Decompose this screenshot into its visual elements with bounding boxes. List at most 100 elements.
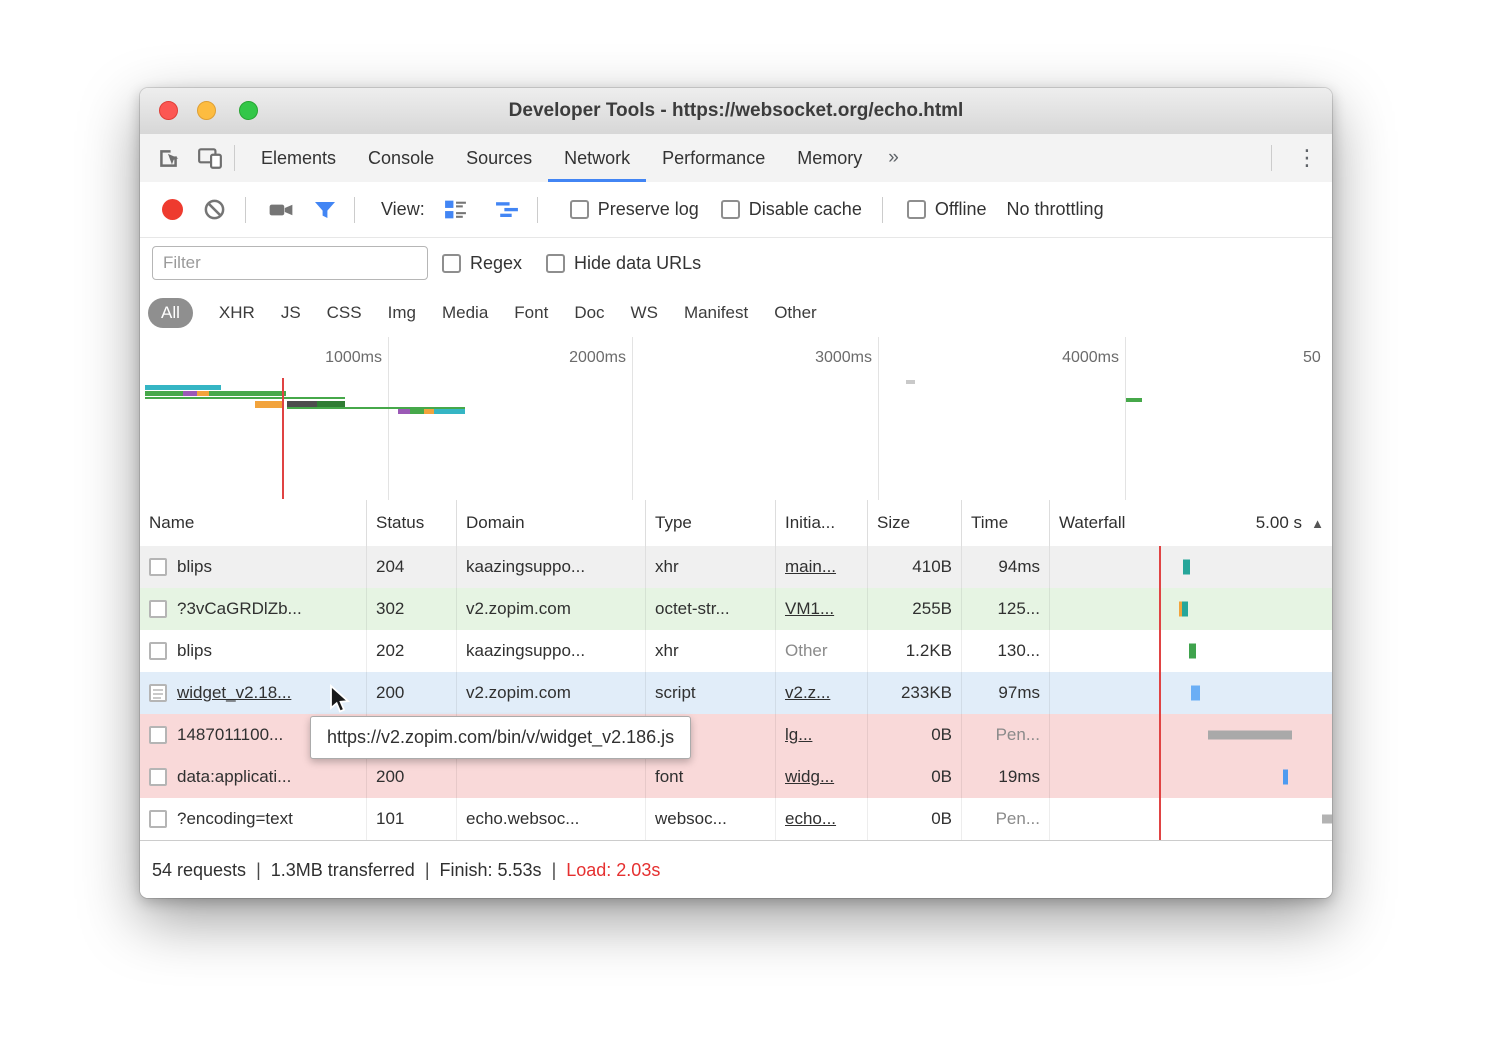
request-status: 202	[367, 630, 457, 672]
column-header-waterfall[interactable]: Waterfall 5.00 s ▲	[1050, 500, 1332, 546]
filter-doc[interactable]: Doc	[574, 303, 604, 323]
tab-sources[interactable]: Sources	[450, 134, 548, 182]
disable-cache-label: Disable cache	[749, 199, 862, 220]
overview-segment	[197, 391, 209, 396]
table-row[interactable]: blips 202 kaazingsuppo... xhr Other 1.2K…	[140, 630, 1332, 672]
preserve-log-label: Preserve log	[598, 199, 699, 220]
file-icon	[149, 600, 167, 618]
script-file-icon	[149, 684, 167, 702]
inspect-element-icon[interactable]	[154, 144, 182, 172]
clear-icon[interactable]	[201, 197, 227, 223]
divider	[245, 197, 246, 223]
filter-all[interactable]: All	[148, 298, 193, 328]
overview-segment	[145, 385, 221, 390]
request-type: octet-str...	[646, 588, 776, 630]
gridline	[388, 337, 389, 500]
separator: |	[425, 860, 430, 881]
tab-network[interactable]: Network	[548, 134, 646, 182]
request-status: 200	[367, 756, 457, 798]
filter-other[interactable]: Other	[774, 303, 817, 323]
filter-xhr[interactable]: XHR	[219, 303, 255, 323]
tab-console[interactable]: Console	[352, 134, 450, 182]
request-time: 94ms	[962, 546, 1050, 588]
offline-label: Offline	[935, 199, 987, 220]
request-domain: kaazingsuppo...	[457, 630, 646, 672]
screenshot-capture-icon[interactable]	[268, 197, 294, 223]
initiator-link[interactable]: echo...	[785, 809, 836, 829]
preserve-log-checkbox[interactable]	[570, 200, 589, 219]
filter-manifest[interactable]: Manifest	[684, 303, 748, 323]
tab-memory[interactable]: Memory	[781, 134, 878, 182]
column-header-status[interactable]: Status	[367, 500, 457, 546]
table-row[interactable]: ?encoding=text 101 echo.websoc... websoc…	[140, 798, 1332, 840]
table-row[interactable]: ?3vCaGRDlZb... 302 v2.zopim.com octet-st…	[140, 588, 1332, 630]
request-size: 410B	[868, 546, 962, 588]
regex-label: Regex	[470, 253, 522, 274]
column-header-size[interactable]: Size	[868, 500, 962, 546]
waterfall-scale: 5.00 s	[1256, 513, 1302, 533]
request-status: 200	[367, 672, 457, 714]
divider	[234, 145, 235, 171]
column-header-initiator[interactable]: Initia...	[776, 500, 868, 546]
regex-checkbox[interactable]	[442, 254, 461, 273]
request-domain: v2.zopim.com	[457, 672, 646, 714]
offline-checkbox[interactable]	[907, 200, 926, 219]
disable-cache-checkbox[interactable]	[721, 200, 740, 219]
request-type: websoc...	[646, 798, 776, 840]
request-status: 204	[367, 546, 457, 588]
filter-ws[interactable]: WS	[631, 303, 658, 323]
requests-table-body: blips 204 kaazingsuppo... xhr main... 41…	[140, 546, 1332, 840]
request-type: xhr	[646, 630, 776, 672]
request-size: 0B	[868, 714, 962, 756]
filter-js[interactable]: JS	[281, 303, 301, 323]
column-header-time[interactable]: Time	[962, 500, 1050, 546]
table-row-selected[interactable]: widget_v2.18... 200 v2.zopim.com script …	[140, 672, 1332, 714]
filter-media[interactable]: Media	[442, 303, 488, 323]
table-row-failed[interactable]: data:applicati... 200 font widg... 0B 19…	[140, 756, 1332, 798]
tab-elements[interactable]: Elements	[245, 134, 352, 182]
request-name: 1487011100...	[177, 725, 283, 745]
initiator-link[interactable]: main...	[785, 557, 836, 577]
request-type: script	[646, 672, 776, 714]
filter-img[interactable]: Img	[388, 303, 416, 323]
title-bar: Developer Tools - https://websocket.org/…	[140, 88, 1332, 135]
initiator-link[interactable]: widg...	[785, 767, 834, 787]
devtools-menu-icon[interactable]: ⋮	[1282, 145, 1332, 171]
filter-funnel-icon[interactable]	[312, 197, 338, 223]
file-icon	[149, 810, 167, 828]
device-toolbar-icon[interactable]	[196, 144, 224, 172]
file-icon	[149, 558, 167, 576]
column-header-type[interactable]: Type	[646, 500, 776, 546]
request-size: 0B	[868, 798, 962, 840]
gridline	[1125, 337, 1126, 500]
initiator-link[interactable]: lg...	[785, 725, 812, 745]
initiator-link[interactable]: VM1...	[785, 599, 834, 619]
waterfall-bar	[1208, 731, 1292, 740]
show-overview-icon[interactable]	[495, 197, 521, 223]
column-header-domain[interactable]: Domain	[457, 500, 646, 546]
column-header-name[interactable]: Name	[140, 500, 367, 546]
request-name: blips	[177, 641, 212, 661]
large-request-rows-icon[interactable]	[443, 197, 469, 223]
tab-performance[interactable]: Performance	[646, 134, 781, 182]
url-tooltip: https://v2.zopim.com/bin/v/widget_v2.186…	[310, 716, 691, 759]
devtools-window: Developer Tools - https://websocket.org/…	[140, 88, 1332, 898]
request-name-link[interactable]: widget_v2.18...	[177, 683, 291, 703]
hide-data-urls-checkbox[interactable]	[546, 254, 565, 273]
filter-css[interactable]: CSS	[327, 303, 362, 323]
request-domain	[457, 756, 646, 798]
more-tabs-chevron[interactable]: »	[878, 147, 907, 169]
network-overview-timeline[interactable]: 1000ms 2000ms 3000ms 4000ms 50	[140, 337, 1332, 501]
filter-font[interactable]: Font	[514, 303, 548, 323]
initiator-link[interactable]: v2.z...	[785, 683, 830, 703]
overview-segment	[434, 409, 465, 414]
waterfall-label: Waterfall	[1059, 513, 1125, 533]
load-event-line	[282, 378, 284, 499]
filter-input[interactable]	[152, 246, 428, 280]
throttling-select[interactable]: No throttling	[1007, 199, 1104, 220]
status-bar: 54 requests | 1.3MB transferred | Finish…	[140, 840, 1332, 898]
request-size: 0B	[868, 756, 962, 798]
record-button[interactable]	[162, 199, 183, 220]
table-row[interactable]: blips 204 kaazingsuppo... xhr main... 41…	[140, 546, 1332, 588]
request-domain: echo.websoc...	[457, 798, 646, 840]
